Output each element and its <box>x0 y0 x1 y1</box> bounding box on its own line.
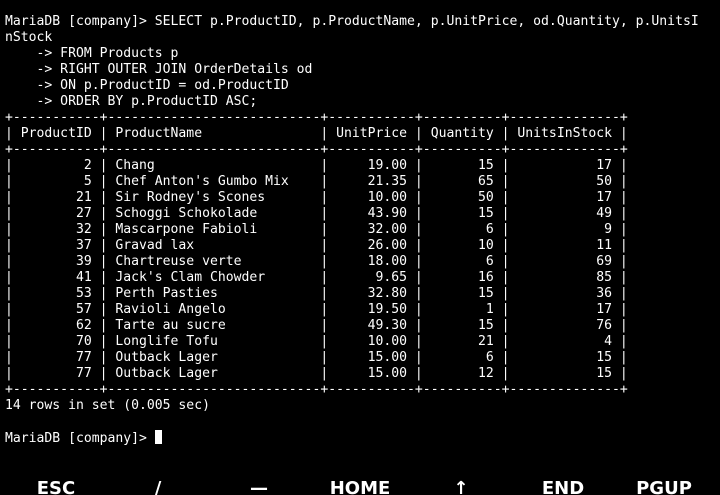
table-border: +-----------+---------------------------… <box>5 110 628 125</box>
table-row: | 77 | Outback Lager | 15.00 | 12 | 15 | <box>5 366 628 381</box>
prompt-line[interactable]: MariaDB [company]> <box>5 430 717 446</box>
terminal-line: nStock <box>5 30 53 45</box>
table-row: | 37 | Gravad lax | 26.00 | 10 | 11 | <box>5 238 628 253</box>
table-row: | 27 | Schoggi Schokolade | 43.90 | 15 |… <box>5 206 628 221</box>
pgup-key[interactable]: PGUP <box>636 478 692 495</box>
table-row: | 77 | Outback Lager | 15.00 | 6 | 15 | <box>5 350 628 365</box>
table-row: | 41 | Jack's Clam Chowder | 9.65 | 16 |… <box>5 270 628 285</box>
table-row: | 2 | Chang | 19.00 | 15 | 17 | <box>5 158 628 173</box>
table-row: | 39 | Chartreuse verte | 18.00 | 6 | 69… <box>5 254 628 269</box>
slash-key[interactable]: / <box>155 478 162 495</box>
table-border: +-----------+---------------------------… <box>5 142 628 157</box>
esc-key[interactable]: ESC <box>37 478 75 495</box>
up-arrow-key[interactable]: ↑ <box>453 478 468 495</box>
table-row: | 70 | Longlife Tofu | 10.00 | 21 | 4 | <box>5 334 628 349</box>
terminal-line: -> ORDER BY p.ProductID ASC; <box>5 94 258 109</box>
table-row: | 53 | Perth Pasties | 32.80 | 15 | 36 | <box>5 286 628 301</box>
dash-key[interactable]: — <box>250 478 268 495</box>
table-header-row: | ProductID | ProductName | UnitPrice | … <box>5 126 628 141</box>
extra-keys-bar: ESC / — HOME ↑ END PGUP <box>0 474 720 495</box>
table-row: | 57 | Ravioli Angelo | 19.50 | 1 | 17 | <box>5 302 628 317</box>
prompt-text: MariaDB [company]> <box>5 431 155 446</box>
home-key[interactable]: HOME <box>330 478 391 495</box>
terminal-line: MariaDB [company]> SELECT p.ProductID, p… <box>5 14 699 29</box>
table-row: | 62 | Tarte au sucre | 49.30 | 15 | 76 … <box>5 318 628 333</box>
table-row: | 21 | Sir Rodney's Scones | 10.00 | 50 … <box>5 190 628 205</box>
terminal-output[interactable]: MariaDB [company]> SELECT p.ProductID, p… <box>5 14 717 446</box>
text-cursor <box>154 430 162 444</box>
table-border: +-----------+---------------------------… <box>5 382 628 397</box>
terminal-line: -> FROM Products p <box>5 46 179 61</box>
table-row: | 32 | Mascarpone Fabioli | 32.00 | 6 | … <box>5 222 628 237</box>
terminal-line: -> RIGHT OUTER JOIN OrderDetails od <box>5 62 313 77</box>
table-row: | 5 | Chef Anton's Gumbo Mix | 21.35 | 6… <box>5 174 628 189</box>
end-key[interactable]: END <box>542 478 584 495</box>
result-summary: 14 rows in set (0.005 sec) <box>5 398 210 413</box>
terminal-line: -> ON p.ProductID = od.ProductID <box>5 78 289 93</box>
